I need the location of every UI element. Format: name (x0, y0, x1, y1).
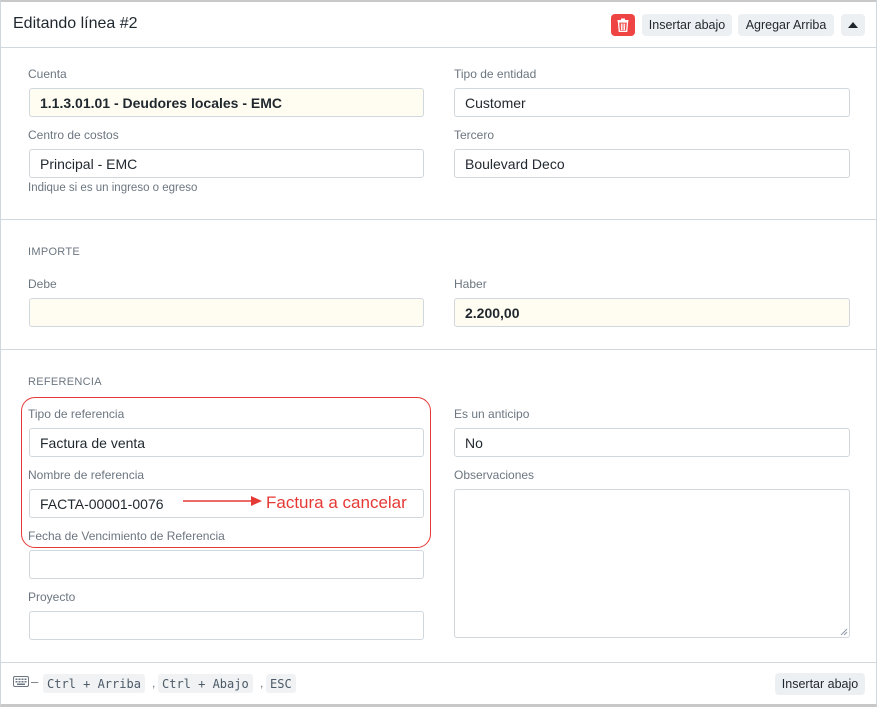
anticipo-label: Es un anticipo (454, 407, 530, 421)
haber-input[interactable]: 2.200,00 (454, 298, 850, 327)
shortcut-ctrl-up: Ctrl + Arriba (43, 674, 145, 693)
proyecto-input[interactable] (29, 611, 424, 640)
haber-label: Haber (454, 277, 487, 291)
shortcut-separator: , (152, 676, 156, 690)
shortcut-ctrl-down: Ctrl + Abajo (158, 674, 253, 693)
fecha-vencimiento-input[interactable] (29, 550, 424, 579)
section-divider (1, 349, 877, 350)
editor-header: Editando línea #2 Insertar abajo Agregar… (1, 2, 877, 48)
debe-label: Debe (28, 277, 57, 291)
shortcut-separator: , (260, 676, 264, 690)
annotation-arrow-icon (183, 496, 262, 506)
shortcut-esc: ESC (266, 674, 296, 693)
anticipo-select[interactable]: No (454, 428, 850, 457)
tipo-entidad-select[interactable]: Customer (454, 88, 850, 117)
cuenta-input[interactable]: 1.1.3.01.01 - Deudores locales - EMC (29, 88, 424, 117)
grid-row-editor: Editando línea #2 Insertar abajo Agregar… (0, 0, 877, 707)
keyboard-icon (13, 676, 29, 687)
importe-heading: IMPORTE (28, 246, 81, 258)
debe-input[interactable] (29, 298, 424, 327)
resize-grip-icon[interactable] (840, 628, 848, 636)
tipo-entidad-label: Tipo de entidad (454, 67, 537, 81)
caret-up-icon (848, 22, 858, 28)
annotation-highlight-box (21, 397, 431, 548)
section-divider (1, 219, 877, 220)
delete-row-button[interactable] (611, 14, 635, 36)
trash-icon (617, 18, 629, 32)
footer-insert-below-button[interactable]: Insertar abajo (775, 673, 865, 695)
editor-title: Editando línea #2 (13, 15, 138, 32)
centro-costos-help: Indique si es un ingreso o egreso (28, 182, 198, 194)
observaciones-label: Observaciones (454, 468, 535, 482)
proyecto-label: Proyecto (28, 590, 76, 604)
add-above-button[interactable]: Agregar Arriba (738, 14, 834, 36)
shortcut-dash: – (31, 674, 39, 689)
tercero-input[interactable]: Boulevard Deco (454, 149, 850, 178)
collapse-button[interactable] (841, 14, 865, 36)
insert-below-button[interactable]: Insertar abajo (642, 14, 732, 36)
centro-costos-input[interactable]: Principal - EMC (29, 149, 424, 178)
observaciones-textarea[interactable] (454, 489, 850, 638)
cuenta-label: Cuenta (28, 67, 67, 81)
centro-costos-label: Centro de costos (28, 128, 119, 142)
tercero-label: Tercero (454, 128, 495, 142)
referencia-heading: REFERENCIA (28, 376, 102, 388)
annotation-label: Factura a cancelar (266, 493, 407, 512)
